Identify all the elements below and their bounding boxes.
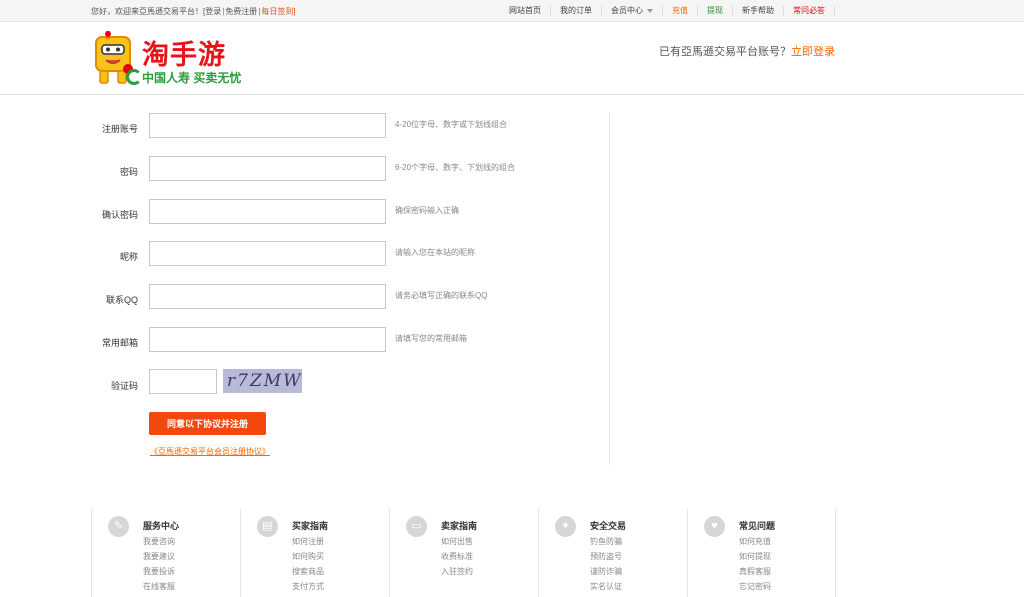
top-nav: 网站首页 我的订单 会员中心 充值 提现 新手帮助 常问必答 xyxy=(500,6,835,16)
field-label: 确认密码 xyxy=(101,210,138,220)
top-nav-item[interactable]: 我的订单 xyxy=(551,6,602,16)
top-nav-item[interactable]: 常问必答 xyxy=(784,6,835,16)
top-nav-item[interactable]: 新手帮助 xyxy=(733,6,784,16)
footer-links: 我要咨询 我要建议 我要投诉 在线客服 xyxy=(143,534,175,594)
vertical-divider xyxy=(609,113,610,465)
field-input[interactable] xyxy=(149,156,386,181)
footer-link[interactable]: 实名认证 xyxy=(590,579,622,594)
header: 淘手游 中国人寿 买卖无忧 已有亞馬遜交易平台账号？立即登录 xyxy=(0,23,1024,95)
top-nav-item[interactable]: 网站首页 xyxy=(500,6,551,16)
chevron-down-icon xyxy=(647,8,653,13)
heart-icon: ♥ xyxy=(704,516,725,537)
footer-link[interactable]: 如何购买 xyxy=(292,549,324,564)
captcha-input[interactable] xyxy=(149,369,217,394)
captcha-image[interactable]: r7ZMW xyxy=(223,369,302,393)
footer-divider xyxy=(835,509,836,597)
footer-column: ✦ 安全交易钓鱼防骗 预防盗号 谨防诈骗 实名认证 xyxy=(538,509,686,597)
footer: ✎ 服务中心我要咨询 我要建议 我要投诉 在线客服 ▤ 买家指南如何注册 如何购买 搜索商品 支付… xyxy=(0,509,1024,597)
footer-link[interactable]: 谨防诈骗 xyxy=(590,564,622,579)
footer-column-title: 卖家指南 xyxy=(441,521,478,531)
footer-link[interactable]: 我要投诉 xyxy=(143,564,175,579)
wrench-icon: ✦ xyxy=(555,516,576,537)
login-now-link[interactable]: 立即登录 xyxy=(791,46,835,58)
field-hint: 请填写您的常用邮箱 xyxy=(395,334,467,343)
logo-ring-icon xyxy=(126,69,142,85)
footer-link[interactable]: 支付方式 xyxy=(292,579,324,594)
field-input[interactable] xyxy=(149,113,386,138)
footer-column-title: 常见问题 xyxy=(739,521,776,531)
login-link[interactable]: [登录 xyxy=(203,7,221,16)
field-label: 密码 xyxy=(119,167,138,177)
footer-link[interactable]: 我要建议 xyxy=(143,549,175,564)
footer-column-title: 买家指南 xyxy=(292,521,329,531)
field-label: 注册账号 xyxy=(101,124,138,134)
top-nav-item[interactable]: 会员中心 xyxy=(602,6,663,16)
top-bar-welcome-area: 您好，欢迎来亞馬遜交易平台！[登录|免费注册|每日签到] xyxy=(91,7,296,16)
footer-column-title: 服务中心 xyxy=(143,521,180,531)
top-bar: 您好，欢迎来亞馬遜交易平台！[登录|免费注册|每日签到] 网站首页 我的订单 会员中… xyxy=(0,0,1024,22)
logo[interactable]: 淘手游 中国人寿 买卖无忧 xyxy=(92,29,252,91)
footer-link[interactable]: 钓鱼防骗 xyxy=(590,534,622,549)
field-input[interactable] xyxy=(149,199,386,224)
footer-link[interactable]: 在线客服 xyxy=(143,579,175,594)
captcha-text: r7ZMW xyxy=(227,371,302,391)
footer-column-title: 安全交易 xyxy=(590,521,627,531)
register-submit-button[interactable]: 同意以下协议并注册 xyxy=(149,412,266,435)
bus-icon: ▤ xyxy=(257,516,278,537)
login-prompt-text: 已有亞馬遜交易平台账号？ xyxy=(659,46,791,58)
welcome-text: 您好，欢迎来亞馬遜交易平台！ xyxy=(91,7,203,16)
footer-link[interactable]: 如何出售 xyxy=(441,534,473,549)
footer-links: 如何出售 收费标准 入驻签约 xyxy=(441,534,473,579)
footer-link[interactable]: 真假客服 xyxy=(739,564,771,579)
top-nav-item-label: 会员中心 xyxy=(611,6,643,15)
footer-column: ♥ 常见问题如何充值 如何提现 真假客服 忘记密码 xyxy=(687,509,835,597)
footer-link[interactable]: 我要咨询 xyxy=(143,534,175,549)
checkin-link[interactable]: 每日签到] xyxy=(261,7,295,16)
field-hint: 请输入您在本站的昵称 xyxy=(395,248,475,257)
footer-column: ▭ 卖家指南如何出售 收费标准 入驻签约 xyxy=(389,509,537,597)
footer-link[interactable]: 预防盗号 xyxy=(590,549,622,564)
logo-title: 淘手游 xyxy=(142,40,226,71)
field-hint: 确保密码输入正确 xyxy=(395,206,459,215)
field-label: 联系QQ xyxy=(105,295,138,305)
footer-column: ▤ 买家指南如何注册 如何购买 搜索商品 支付方式 xyxy=(240,509,388,597)
field-label: 常用邮箱 xyxy=(101,338,138,348)
login-prompt: 已有亞馬遜交易平台账号？立即登录 xyxy=(659,43,835,59)
footer-links: 钓鱼防骗 预防盗号 谨防诈骗 实名认证 xyxy=(590,534,622,594)
field-hint: 请务必填写正确的联系QQ xyxy=(395,291,488,300)
field-hint: 6-20个字母、数字、下划线的组合 xyxy=(395,163,516,172)
field-input[interactable] xyxy=(149,284,386,309)
footer-column: ✎ 服务中心我要咨询 我要建议 我要投诉 在线客服 xyxy=(91,509,239,597)
footer-link[interactable]: 如何注册 xyxy=(292,534,324,549)
field-input[interactable] xyxy=(149,327,386,352)
footer-link[interactable]: 入驻签约 xyxy=(441,564,473,579)
top-nav-item[interactable]: 提现 xyxy=(698,6,733,16)
footer-link[interactable]: 收费标准 xyxy=(441,549,473,564)
top-nav-item[interactable]: 充值 xyxy=(663,6,698,16)
footer-links: 如何充值 如何提现 真假客服 忘记密码 xyxy=(739,534,771,594)
field-label: 昵称 xyxy=(119,252,138,262)
field-input[interactable] xyxy=(149,241,386,266)
footer-link[interactable]: 忘记密码 xyxy=(739,579,771,594)
footer-link[interactable]: 如何提现 xyxy=(739,549,771,564)
footer-link[interactable]: 搜索商品 xyxy=(292,564,324,579)
register-link[interactable]: 免费注册 xyxy=(225,7,257,16)
agreement-link[interactable]: 《亞馬遜交易平台会员注册协议》 xyxy=(150,446,270,457)
pencil-icon: ✎ xyxy=(108,516,129,537)
chat-icon: ▭ xyxy=(406,516,427,537)
footer-links: 如何注册 如何购买 搜索商品 支付方式 xyxy=(292,534,324,594)
logo-slogan: 中国人寿 买卖无忧 xyxy=(142,71,242,85)
footer-link[interactable]: 如何充值 xyxy=(739,534,771,549)
captcha-label: 验证码 xyxy=(110,381,138,391)
field-hint: 4-20位字母、数字或下划线组合 xyxy=(395,120,508,129)
